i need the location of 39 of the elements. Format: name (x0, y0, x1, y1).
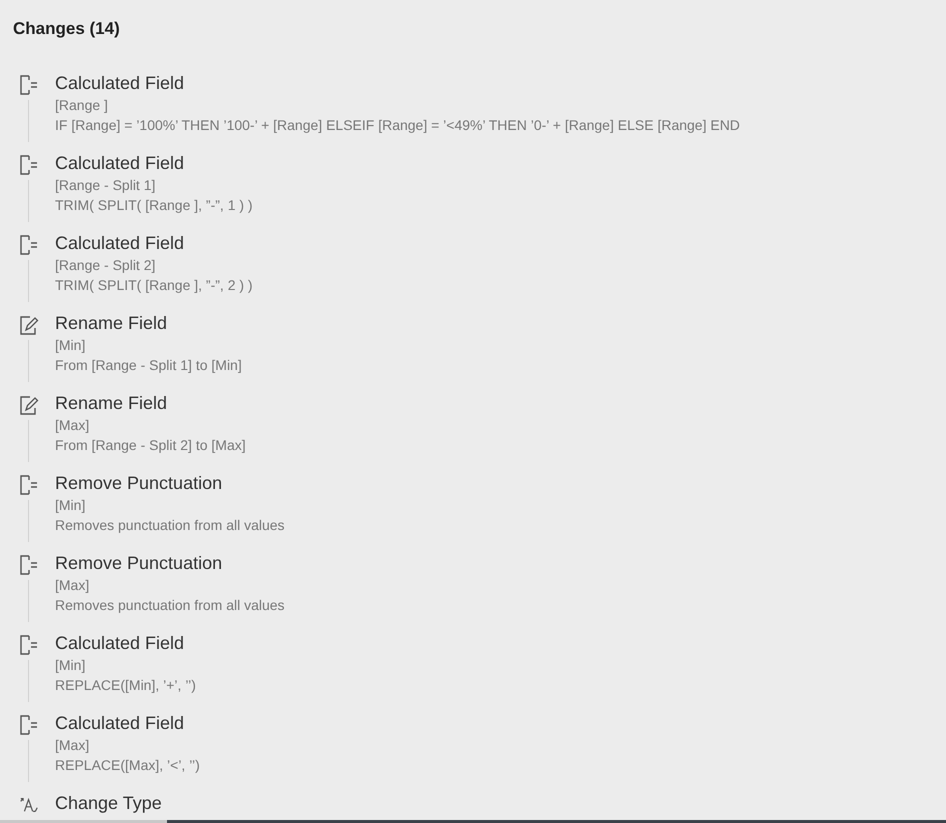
change-title: Rename Field (55, 392, 168, 415)
pencil-icon (19, 394, 39, 416)
change-detail: IF [Range] = ’100%’ THEN ’100-’ + [Range] ELSEIF [Range] = ’<49%’ THEN ’0-’ + [Range] ELSE [Range] END (55, 116, 740, 135)
calculation-icon (19, 634, 39, 656)
field-name: [Max] (55, 736, 90, 755)
field-name: [Range ] (55, 96, 109, 115)
change-detail: From [Range - Split 1] to [Min] (55, 356, 242, 375)
change-detail: TRIM( SPLIT( [Range ], ”-”, 1 ) ) (55, 196, 253, 215)
calculation-icon (19, 74, 39, 96)
change-title: Rename Field (55, 312, 168, 335)
change-title: Change Type (55, 792, 162, 815)
field-name: [Min] (55, 656, 86, 675)
calculation-icon (19, 474, 39, 496)
calculation-icon (19, 234, 39, 256)
change-detail: From [Range - Split 2] to [Max] (55, 436, 246, 455)
field-name: [Range - Split 2] (55, 256, 156, 275)
change-title: Calculated Field (55, 232, 186, 255)
calculation-icon (19, 714, 39, 736)
change-detail: TRIM( SPLIT( [Range ], ”-”, 2 ) ) (55, 276, 253, 295)
change-title: Remove Punctuation (55, 552, 224, 575)
calculation-icon (19, 154, 39, 176)
field-name: [Min] (55, 336, 86, 355)
field-name: [Min] (55, 496, 86, 515)
change-detail: REPLACE([Max], ’<’, ’’) (55, 756, 200, 775)
calculation-icon (19, 554, 39, 576)
change-title: Calculated Field (55, 72, 186, 95)
field-name: [Range - Split 1] (55, 176, 156, 195)
change-title: Calculated Field (55, 712, 186, 735)
panel-title: Changes (14) (13, 19, 120, 39)
change-title: Remove Punctuation (55, 472, 224, 495)
scrollbar-thumb[interactable] (167, 820, 946, 823)
change-detail: REPLACE([Min], ’+’, ’’) (55, 676, 196, 695)
change-detail: Removes punctuation from all values (55, 516, 285, 535)
pencil-icon (19, 314, 39, 336)
field-name: [Max] (55, 576, 90, 595)
field-name: [Max] (55, 416, 90, 435)
change-title: Calculated Field (55, 632, 186, 655)
change-detail: Removes punctuation from all values (55, 596, 285, 615)
change-title: Calculated Field (55, 152, 186, 175)
